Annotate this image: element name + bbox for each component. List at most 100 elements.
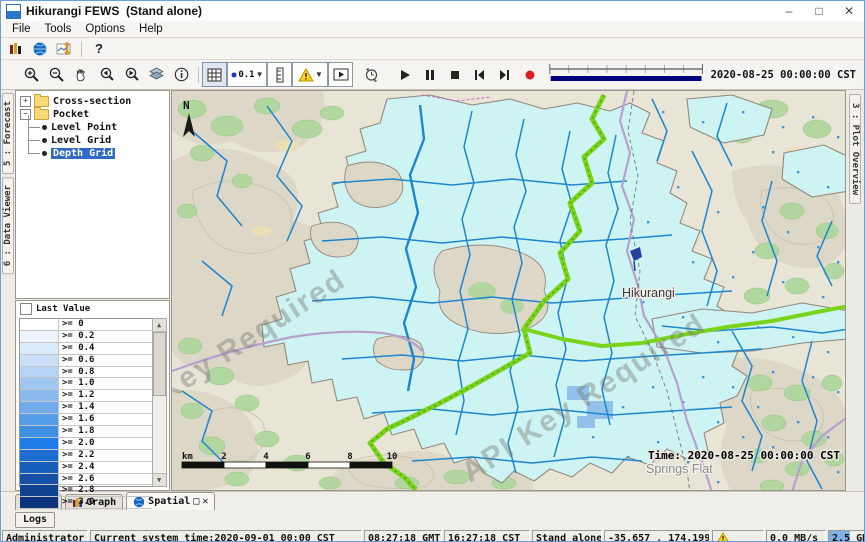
last-value-checkbox[interactable] <box>20 303 32 315</box>
tab-plot-overview[interactable]: 3 : Plot Overview <box>849 94 861 204</box>
logs-tab-row: Logs <box>1 510 864 529</box>
menu-bar: File Tools Options Help <box>1 21 864 38</box>
window-title: Hikurangi FEWS (Stand alone) <box>26 4 202 18</box>
legend-color-swatch <box>20 319 59 330</box>
legend-color-swatch <box>20 474 59 485</box>
legend-row[interactable]: >= 0 <box>20 319 152 331</box>
legend-class-label: >= 0 <box>59 319 84 330</box>
timer-button[interactable] <box>359 62 384 87</box>
tab-logs[interactable]: Logs <box>15 512 55 528</box>
record-button[interactable] <box>517 62 542 87</box>
legend-color-swatch <box>20 343 59 354</box>
legend-color-swatch <box>20 402 59 413</box>
legend-row[interactable]: >= 1.2 <box>20 390 152 402</box>
close-button[interactable]: ✕ <box>834 1 864 21</box>
title-bar[interactable]: Hikurangi FEWS (Stand alone) – □ ✕ <box>1 1 864 21</box>
animation-button[interactable] <box>328 62 353 87</box>
legend-row[interactable]: >= 3.0 <box>20 497 152 509</box>
tree-node-label: Cross-section <box>53 96 131 107</box>
legend-color-swatch <box>20 367 59 378</box>
info-icon[interactable] <box>169 62 194 87</box>
pause-button[interactable] <box>417 62 442 87</box>
legend-row[interactable]: >= 2.4 <box>20 462 152 474</box>
legend-row[interactable]: >= 2.8 <box>20 485 152 497</box>
minimize-button[interactable]: – <box>774 1 804 21</box>
status-warning[interactable] <box>712 530 764 542</box>
legend-scrollbar[interactable]: ▲ ▼ <box>152 318 167 487</box>
scalebar-tick: 10 <box>386 452 397 462</box>
database-icon[interactable] <box>5 39 27 58</box>
scroll-down-icon[interactable]: ▼ <box>153 473 166 486</box>
legend-row[interactable]: >= 1.6 <box>20 414 152 426</box>
scalebar-unit: km <box>182 452 193 462</box>
tree-node-pocket[interactable]: − Pocket <box>20 108 169 120</box>
spatial-close-icon[interactable]: ✕ <box>202 496 208 507</box>
map-view[interactable]: API Key Required API Key Required N Hiku… <box>171 90 846 491</box>
legend-row[interactable]: >= 1.8 <box>20 426 152 438</box>
scalebar-tick: 6 <box>305 452 310 462</box>
tree-node-depth-grid[interactable]: Depth Grid <box>20 147 169 159</box>
legend-row[interactable]: >= 2.6 <box>20 474 152 486</box>
menu-file[interactable]: File <box>5 23 38 35</box>
scroll-up-icon[interactable]: ▲ <box>153 319 166 332</box>
status-bar: Administrator Current system time:2020-0… <box>1 529 864 542</box>
skip-to-end-button[interactable] <box>492 62 517 87</box>
scalebar-tick: 4 <box>263 452 269 462</box>
help-button[interactable]: ? <box>88 41 110 56</box>
tab-forecast[interactable]: 5 : Forecast <box>2 93 14 174</box>
globe-icon[interactable] <box>29 39 51 58</box>
scrollbar-thumb[interactable] <box>153 332 166 396</box>
tree-node-label: Level Grid <box>51 135 111 146</box>
tab-data-viewer[interactable]: 6 : Data Viewer <box>2 177 14 274</box>
north-arrow-label: N <box>183 99 190 112</box>
grid-display-button[interactable] <box>202 62 227 87</box>
time-slider[interactable] <box>548 60 704 89</box>
legend-color-swatch <box>20 331 59 342</box>
legend-row[interactable]: >= 2.0 <box>20 438 152 450</box>
pan-icon[interactable] <box>69 62 94 87</box>
status-coordinates: -35.657 , 174.199 <box>604 530 710 542</box>
skip-to-start-button[interactable] <box>467 62 492 87</box>
legend-class-label: >= 1.8 <box>59 426 95 437</box>
tree-node-level-point[interactable]: Level Point <box>20 121 169 133</box>
legend-row[interactable]: >= 1.0 <box>20 378 152 390</box>
zoom-previous-icon[interactable] <box>94 62 119 87</box>
legend-color-swatch <box>20 414 59 425</box>
zoom-next-icon[interactable] <box>119 62 144 87</box>
tree-branch-line <box>28 128 40 141</box>
legend-row[interactable]: >= 0.8 <box>20 367 152 379</box>
warning-dropdown[interactable]: ▼ <box>292 62 328 87</box>
spatial-maximize-icon[interactable]: □ <box>193 496 199 507</box>
menu-tools[interactable]: Tools <box>38 23 79 35</box>
ruler-button[interactable] <box>267 62 292 87</box>
legend-class-label: >= 1.2 <box>59 390 95 401</box>
tree-node-cross-section[interactable]: + Cross-section <box>20 95 169 107</box>
legend-class-label: >= 0.6 <box>59 355 95 366</box>
timeseries-icon[interactable] <box>53 39 75 58</box>
maximize-button[interactable]: □ <box>804 1 834 21</box>
left-tab-strip: 5 : Forecast 6 : Data Viewer <box>1 90 15 491</box>
menu-help[interactable]: Help <box>132 23 170 35</box>
zoom-out-icon[interactable] <box>44 62 69 87</box>
tree-node-level-grid[interactable]: Level Grid <box>20 134 169 146</box>
play-button[interactable] <box>392 62 417 87</box>
legend-row[interactable]: >= 0.2 <box>20 331 152 343</box>
legend-color-swatch <box>20 485 59 496</box>
zoom-in-icon[interactable] <box>19 62 44 87</box>
legend-color-swatch <box>20 462 59 473</box>
legend-row[interactable]: >= 1.4 <box>20 402 152 414</box>
legend-row[interactable]: >= 0.6 <box>20 355 152 367</box>
legend-class-label: >= 2.2 <box>59 450 95 461</box>
scale-threshold-dropdown[interactable]: 0.1 ▼ <box>227 62 267 87</box>
stop-button[interactable] <box>442 62 467 87</box>
legend-row[interactable]: >= 0.4 <box>20 343 152 355</box>
map-canvas[interactable]: API Key Required API Key Required N Hiku… <box>172 91 846 491</box>
legend-color-swatch <box>20 355 59 366</box>
expand-icon[interactable]: + <box>20 96 31 107</box>
main-area: 5 : Forecast 6 : Data Viewer + Cross-sec… <box>1 90 864 491</box>
menu-options[interactable]: Options <box>78 23 132 35</box>
legend-class-label: >= 0.8 <box>59 367 95 378</box>
legend-row[interactable]: >= 2.2 <box>20 450 152 462</box>
scalebar-tick: 8 <box>347 452 352 462</box>
layers-icon[interactable] <box>144 62 169 87</box>
